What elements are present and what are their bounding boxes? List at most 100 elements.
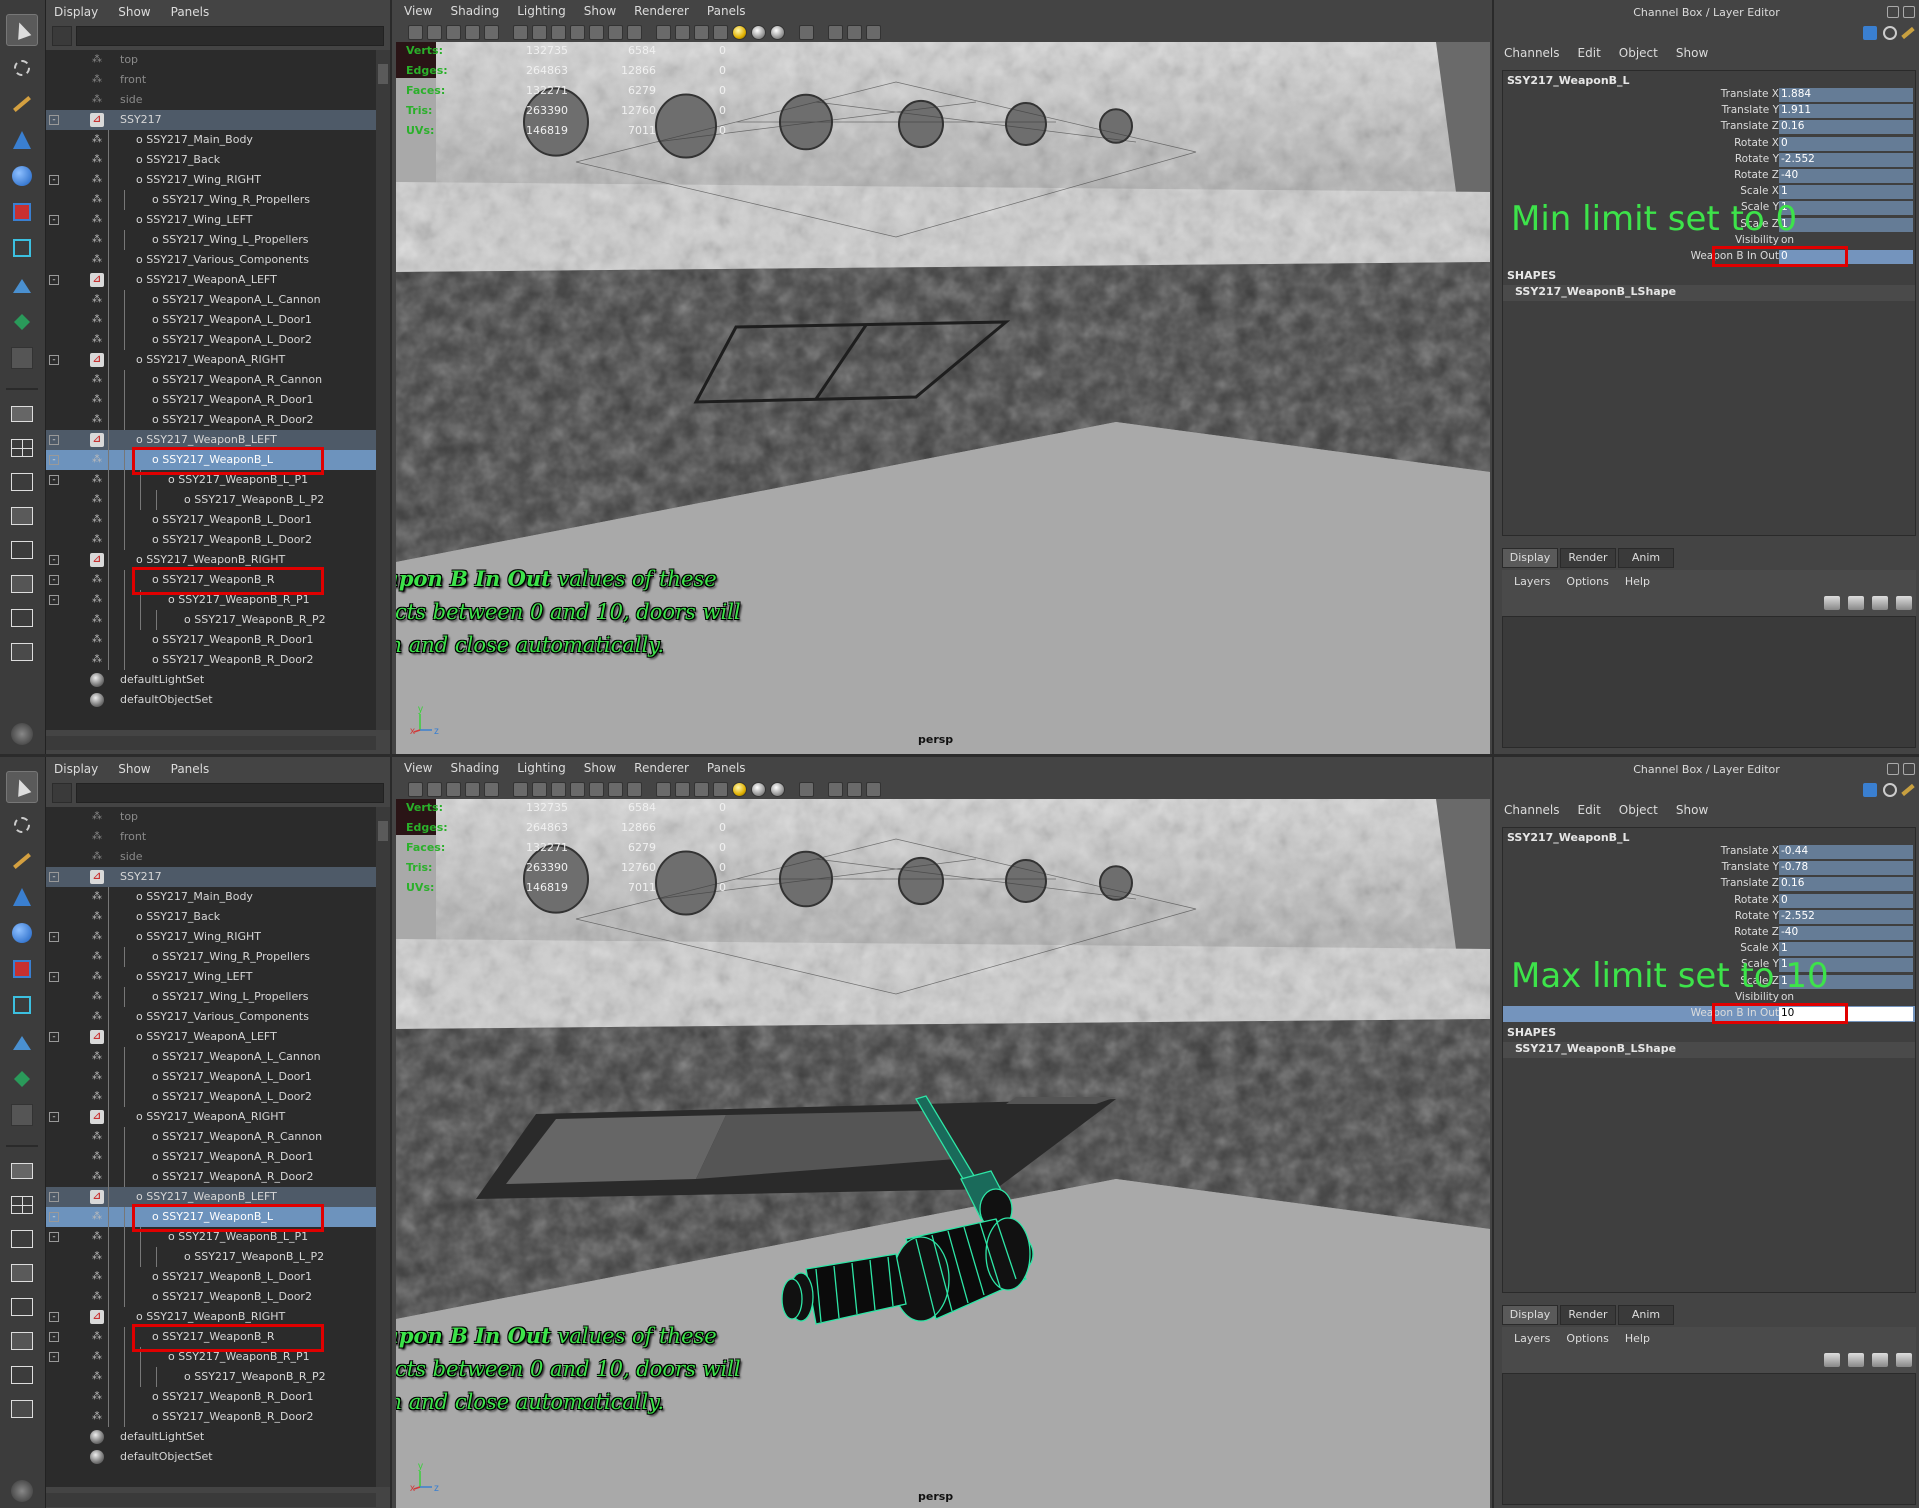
hyperbolic-icon[interactable] xyxy=(1901,783,1915,797)
single-pane-layout-icon[interactable] xyxy=(6,1155,38,1187)
outliner-item[interactable]: ⁂ o SSY217_WeaponB_R_Door1 xyxy=(46,630,376,650)
channel-row[interactable]: Rotate Z -40 xyxy=(1503,168,1915,184)
smooth-shading-icon[interactable] xyxy=(675,24,690,40)
outliner-menu-panels[interactable]: Panels xyxy=(171,762,210,776)
channel-row[interactable]: Translate Z 0.16 xyxy=(1503,876,1915,892)
film-gate-icon[interactable] xyxy=(551,24,566,40)
uv-layout-icon[interactable] xyxy=(6,568,38,600)
outliner-item[interactable]: ⁂ o SSY217_WeaponB_R_P2 xyxy=(46,610,376,630)
outliner-menu-display[interactable]: Display xyxy=(54,5,98,19)
outliner-menu-panels[interactable]: Panels xyxy=(171,5,210,19)
viewport-menu-shading[interactable]: Shading xyxy=(450,761,499,775)
camera-attrs-icon[interactable] xyxy=(408,24,423,40)
lasso-tool-icon[interactable] xyxy=(6,809,38,841)
xray-icon[interactable] xyxy=(799,781,814,797)
2d-pan-icon[interactable] xyxy=(465,24,480,40)
viewport-menu-shading[interactable]: Shading xyxy=(450,4,499,18)
tab-render[interactable]: Render xyxy=(1560,1305,1616,1325)
outliner-item[interactable]: ⁂ o SSY217_WeaponA_R_Door2 xyxy=(46,1167,376,1187)
four-pane-layout-icon[interactable] xyxy=(6,432,38,464)
options-menu[interactable]: Options xyxy=(1566,575,1608,588)
resolution-gate-icon[interactable] xyxy=(570,24,585,40)
outliner-search-input[interactable] xyxy=(76,26,384,46)
paint-select-tool-icon[interactable] xyxy=(6,88,38,120)
filter-button[interactable] xyxy=(52,26,72,46)
new-layer-from-selection-icon[interactable] xyxy=(1896,1353,1912,1367)
bookmark-icon[interactable] xyxy=(427,24,442,40)
outliner-item[interactable]: ⁂ o SSY217_WeaponB_L_P2 xyxy=(46,490,376,510)
camera-attrs-icon[interactable] xyxy=(408,781,423,797)
object-menu[interactable]: Object xyxy=(1619,46,1658,60)
outliner-item[interactable]: - ⊿ o SSY217_WeaponA_LEFT xyxy=(46,270,376,290)
graph-editor-layout-icon[interactable] xyxy=(6,602,38,634)
outliner-item[interactable]: ⁂ side xyxy=(46,90,376,110)
custom-layout-icon[interactable] xyxy=(6,636,38,668)
wireframe-icon[interactable] xyxy=(513,781,528,797)
use-all-lights-icon[interactable] xyxy=(732,781,747,797)
shape-node-name[interactable]: SSY217_WeaponB_LShape xyxy=(1503,1042,1915,1059)
expand-collapse-icon[interactable]: - xyxy=(49,1032,59,1042)
show-menu[interactable]: Show xyxy=(1676,46,1708,60)
outliner-item[interactable]: ⁂ o SSY217_WeaponB_L_Door1 xyxy=(46,510,376,530)
xray-active-icon[interactable] xyxy=(866,781,881,797)
tab-anim[interactable]: Anim xyxy=(1618,1305,1674,1325)
outliner-item[interactable]: ⁂ o SSY217_WeaponB_R_Door2 xyxy=(46,650,376,670)
tab-display[interactable]: Display xyxy=(1502,548,1558,568)
last-tool-icon[interactable] xyxy=(6,342,38,374)
channel-value-field[interactable]: -2.552 xyxy=(1779,909,1913,924)
expand-collapse-icon[interactable]: - xyxy=(49,555,59,565)
outliner-item[interactable]: ⁂ o SSY217_WeaponB_L_Door2 xyxy=(46,1287,376,1307)
expand-collapse-icon[interactable]: - xyxy=(49,972,59,982)
layers-menu[interactable]: Layers xyxy=(1514,1332,1550,1345)
graph-editor-layout-icon[interactable] xyxy=(6,1359,38,1391)
xray-joints-icon[interactable] xyxy=(847,24,862,40)
expand-collapse-icon[interactable]: - xyxy=(49,1352,59,1362)
channel-value-field[interactable]: 0.16 xyxy=(1779,120,1913,135)
speed-icon[interactable] xyxy=(1883,26,1897,40)
manipulator-icon[interactable] xyxy=(1863,783,1877,797)
channel-value-field[interactable]: -40 xyxy=(1779,169,1913,183)
image-plane-icon[interactable] xyxy=(446,24,461,40)
outliner-item[interactable]: - ⁂ o SSY217_Wing_LEFT xyxy=(46,210,376,230)
help-menu[interactable]: Help xyxy=(1625,1332,1650,1345)
expand-collapse-icon[interactable]: - xyxy=(49,1232,59,1242)
lasso-tool-icon[interactable] xyxy=(6,52,38,84)
channel-row[interactable]: Scale X1 xyxy=(1503,941,1915,957)
move-layer-up-icon[interactable] xyxy=(1824,1353,1840,1367)
outliner-item[interactable]: defaultLightSet xyxy=(46,670,376,690)
screen-space-ao-icon[interactable] xyxy=(770,24,785,40)
channel-value-field[interactable]: 1 xyxy=(1779,942,1913,957)
outliner-item[interactable]: ⁂ o SSY217_WeaponA_L_Door1 xyxy=(46,1067,376,1087)
channel-value-field[interactable]: 1.884 xyxy=(1779,88,1913,102)
move-tool-icon[interactable] xyxy=(6,124,38,156)
grid-icon[interactable] xyxy=(532,781,547,797)
options-menu[interactable]: Options xyxy=(1566,1332,1608,1345)
expand-collapse-icon[interactable]: - xyxy=(49,595,59,605)
viewport-menu-panels[interactable]: Panels xyxy=(707,4,746,18)
manipulator-tool-icon[interactable] xyxy=(6,989,38,1021)
outliner-item[interactable]: ⁂ o SSY217_WeaponB_R_Door2 xyxy=(46,1407,376,1427)
channel-row[interactable]: Rotate Y -2.552 xyxy=(1503,909,1915,925)
channel-row[interactable]: Translate X -0.44 xyxy=(1503,844,1915,860)
rotate-tool-icon[interactable] xyxy=(6,917,38,949)
outliner-item[interactable]: ⁂ o SSY217_WeaponA_R_Door1 xyxy=(46,1147,376,1167)
outliner-menu-show[interactable]: Show xyxy=(118,5,150,19)
outliner-item[interactable]: ⁂ o SSY217_WeaponA_L_Door1 xyxy=(46,310,376,330)
hypershade-layout-icon[interactable] xyxy=(6,1291,38,1323)
uv-layout-icon[interactable] xyxy=(6,1325,38,1357)
move-layer-down-icon[interactable] xyxy=(1848,1353,1864,1367)
tab-render[interactable]: Render xyxy=(1560,548,1616,568)
expand-collapse-icon[interactable]: - xyxy=(49,1212,59,1222)
2d-pan-icon[interactable] xyxy=(465,781,480,797)
channel-row[interactable]: Scale X1 xyxy=(1503,184,1915,200)
grease-pencil-icon[interactable] xyxy=(484,24,499,40)
shape-node-name[interactable]: SSY217_WeaponB_LShape xyxy=(1503,285,1915,302)
expand-collapse-icon[interactable]: - xyxy=(49,215,59,225)
outliner-persp-layout-icon[interactable] xyxy=(6,466,38,498)
channel-value-field[interactable]: 1.911 xyxy=(1779,104,1913,119)
channel-value-field[interactable]: -0.78 xyxy=(1779,861,1913,876)
outliner-item[interactable]: ⁂ o SSY217_Main_Body xyxy=(46,887,376,907)
outliner-menu-display[interactable]: Display xyxy=(54,762,98,776)
hypershade-layout-icon[interactable] xyxy=(6,534,38,566)
channel-value-field[interactable]: 1 xyxy=(1779,201,1913,216)
